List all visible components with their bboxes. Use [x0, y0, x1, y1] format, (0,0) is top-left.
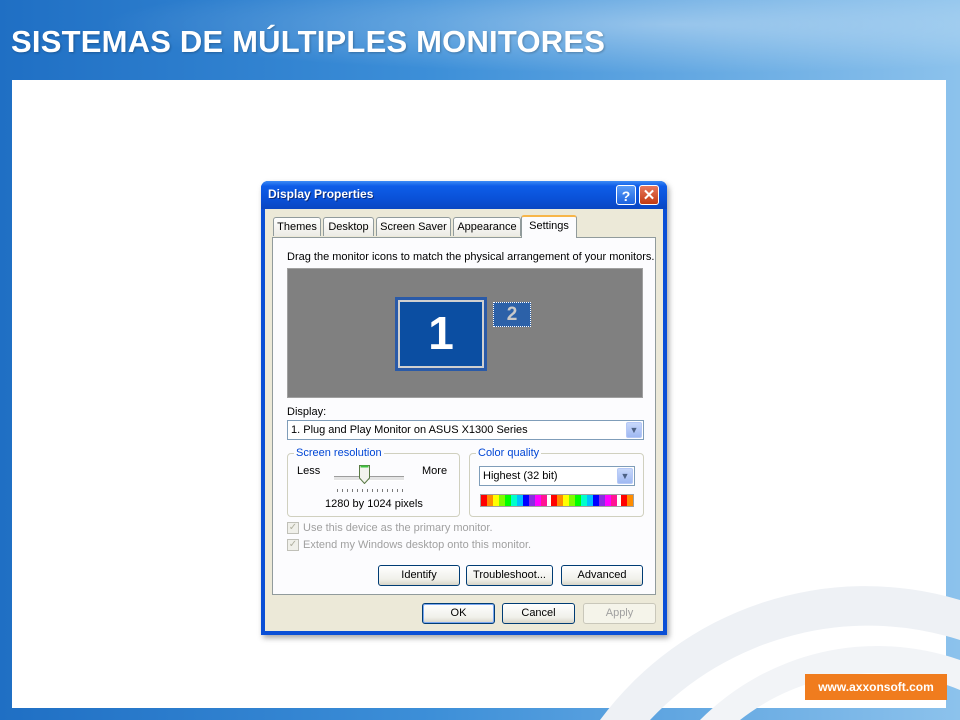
- close-icon: ✕: [642, 187, 656, 204]
- display-properties-window: Display Properties ? ✕ Themes Desktop Sc…: [261, 181, 667, 635]
- tab-appearance[interactable]: Appearance: [453, 217, 521, 236]
- display-select-value: 1. Plug and Play Monitor on ASUS X1300 S…: [291, 424, 528, 436]
- resolution-slider-ticks: [337, 489, 403, 492]
- window-title: Display Properties: [268, 187, 374, 201]
- cancel-button[interactable]: Cancel: [502, 603, 575, 624]
- monitor-1-icon[interactable]: 1: [395, 297, 487, 371]
- chevron-down-icon[interactable]: ▼: [626, 422, 642, 438]
- advanced-button[interactable]: Advanced: [561, 565, 643, 586]
- monitor-1-number: 1: [428, 307, 454, 359]
- display-select[interactable]: 1. Plug and Play Monitor on ASUS X1300 S…: [287, 420, 644, 440]
- extend-desktop-label: Extend my Windows desktop onto this moni…: [303, 539, 532, 551]
- resolution-slider-thumb[interactable]: [359, 465, 370, 484]
- color-quality-select[interactable]: Highest (32 bit) ▼: [479, 466, 635, 486]
- screen-resolution-group: Screen resolution Less More 1280 by 1024…: [287, 447, 460, 517]
- monitor-arrangement-area: 1 2: [287, 268, 643, 398]
- window-body: Themes Desktop Screen Saver Appearance S…: [265, 209, 663, 631]
- primary-monitor-checkbox[interactable]: ✓: [287, 522, 299, 534]
- color-quality-group: Color quality Highest (32 bit) ▼: [469, 447, 644, 517]
- display-label: Display:: [287, 406, 327, 418]
- tab-settings[interactable]: Settings: [521, 215, 577, 238]
- monitor-2-number: 2: [506, 304, 518, 325]
- window-titlebar[interactable]: Display Properties ? ✕: [261, 181, 667, 209]
- screen-resolution-legend: Screen resolution: [294, 447, 384, 459]
- extend-desktop-checkbox[interactable]: ✓: [287, 539, 299, 551]
- slide-title: SISTEMAS DE MÚLTIPLES MONITORES: [11, 24, 606, 59]
- troubleshoot-button[interactable]: Troubleshoot...: [466, 565, 553, 586]
- tab-themes[interactable]: Themes: [273, 217, 321, 236]
- resolution-less-label: Less: [297, 465, 321, 477]
- color-spectrum-bar: [480, 494, 634, 507]
- tab-screen-saver[interactable]: Screen Saver: [376, 217, 451, 236]
- resolution-value-text: 1280 by 1024 pixels: [325, 498, 423, 510]
- color-quality-value: Highest (32 bit): [483, 470, 558, 482]
- resolution-more-label: More: [422, 465, 448, 477]
- close-button[interactable]: ✕: [639, 185, 659, 205]
- identify-button[interactable]: Identify: [378, 565, 460, 586]
- ok-button[interactable]: OK: [422, 603, 495, 624]
- help-icon: ?: [621, 188, 631, 204]
- monitor-2-icon[interactable]: 2: [493, 302, 531, 327]
- tab-desktop[interactable]: Desktop: [323, 217, 374, 236]
- color-quality-legend: Color quality: [476, 447, 542, 459]
- settings-tab-page: Drag the monitor icons to match the phys…: [272, 237, 656, 595]
- apply-button: Apply: [583, 603, 656, 624]
- primary-monitor-label: Use this device as the primary monitor.: [303, 522, 493, 534]
- chevron-down-icon[interactable]: ▼: [617, 468, 633, 484]
- arrangement-instruction: Drag the monitor icons to match the phys…: [287, 251, 655, 263]
- website-url-badge[interactable]: www.axxonsoft.com: [805, 674, 947, 700]
- help-button[interactable]: ?: [616, 185, 636, 205]
